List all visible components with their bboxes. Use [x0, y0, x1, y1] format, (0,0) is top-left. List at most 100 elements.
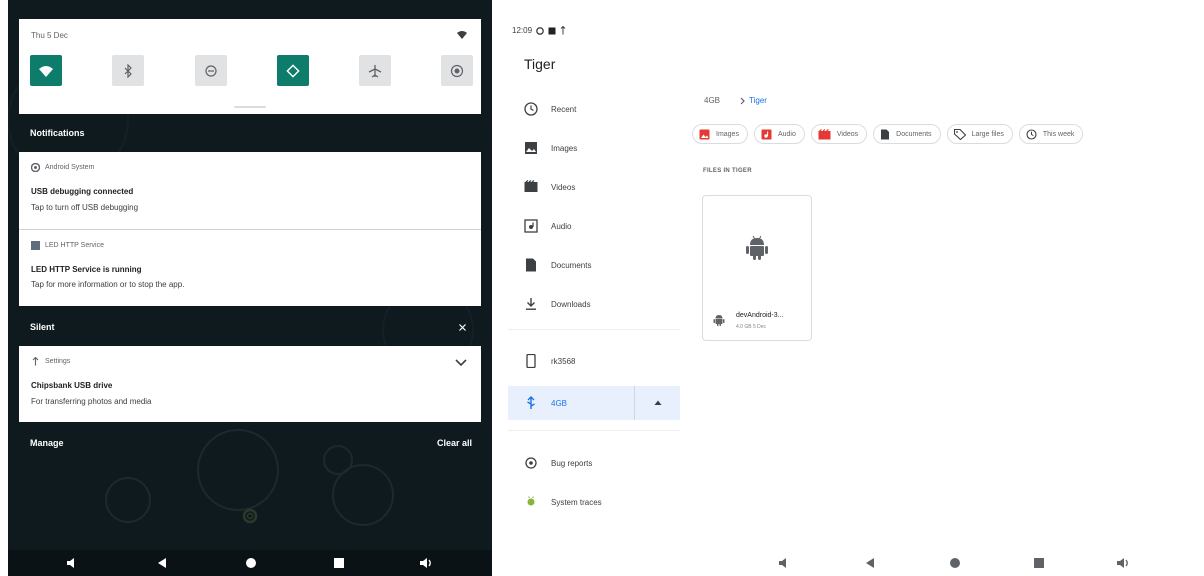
android-system-icon [31, 163, 40, 172]
chip-label: Documents [896, 130, 932, 138]
system-traces-icon [527, 496, 535, 506]
gear-icon [242, 508, 258, 524]
sidebar-item-images[interactable]: Images [508, 131, 680, 165]
recents-icon[interactable] [1033, 557, 1045, 569]
chevron-down-icon[interactable] [455, 359, 467, 367]
document-icon [881, 129, 890, 139]
navigation-bar [508, 550, 1204, 576]
sidebar-item-label: Downloads [551, 299, 591, 309]
chevron-right-icon [740, 97, 745, 104]
sidebar-item-rk3568[interactable]: rk3568 [508, 344, 680, 378]
chip-videos[interactable]: Videos [810, 124, 868, 144]
sidebar-item-label: 4GB [551, 398, 568, 408]
sidebar-item-label: Recent [551, 104, 577, 114]
recents-icon[interactable] [333, 557, 345, 569]
chip-audio[interactable]: Audio [753, 124, 805, 144]
close-icon[interactable] [459, 324, 466, 331]
chip-label: Videos [836, 130, 859, 138]
notification-status-icon [548, 27, 556, 34]
led-service-icon [31, 241, 40, 250]
document-icon [526, 258, 536, 272]
chip-large-files[interactable]: Large files [946, 124, 1013, 144]
eject-button[interactable] [634, 386, 680, 420]
status-bar: 12:09 [512, 26, 566, 35]
audio-icon [524, 219, 538, 233]
sidebar-item-recent[interactable]: Recent [508, 92, 680, 126]
chip-label: Large files [971, 130, 1004, 138]
sidebar-item-4gb[interactable]: 4GB [508, 386, 680, 420]
sidebar-item-audio[interactable]: Audio [508, 209, 680, 243]
files-section-label: FILES IN TIGER [703, 168, 752, 174]
bluetooth-icon[interactable] [112, 55, 144, 86]
files-app-window: 12:09 Tiger Recent Images Videos Audio D… [508, 0, 1204, 576]
sidebar-item-bug-reports[interactable]: Bug reports [508, 446, 680, 480]
notification-text: Tap for more information or to stop the … [31, 280, 185, 289]
volume-up-icon[interactable] [1116, 557, 1130, 569]
sidebar-item-label: System traces [551, 497, 602, 507]
chip-label: Images [716, 130, 739, 138]
notification-app-name: LED HTTP Service [45, 242, 104, 249]
navigation-bar [8, 550, 492, 576]
settings-icon [32, 357, 39, 366]
back-icon[interactable] [864, 557, 876, 569]
sidebar-item-label: Videos [551, 182, 576, 192]
home-icon[interactable] [949, 557, 961, 569]
volume-down-icon[interactable] [66, 557, 78, 569]
video-icon [524, 180, 538, 192]
sidebar-divider [508, 329, 680, 330]
silent-header: Silent [30, 322, 55, 332]
sidebar-item-videos[interactable]: Videos [508, 170, 680, 204]
notification-led-http-service[interactable]: LED HTTP Service LED HTTP Service is run… [19, 230, 481, 306]
breadcrumb-current[interactable]: Tiger [749, 96, 767, 105]
image-icon [525, 142, 537, 154]
notification-title: USB debugging connected [31, 187, 134, 196]
file-preview [703, 196, 811, 299]
sidebar-divider [508, 430, 680, 431]
notification-text: Tap to turn off USB debugging [31, 203, 139, 212]
sidebar-item-label: Documents [551, 260, 592, 270]
phone-icon [526, 354, 536, 368]
do-not-disturb-icon[interactable] [195, 55, 227, 86]
clock-icon [524, 102, 538, 116]
bug-report-icon [525, 457, 537, 469]
tag-icon [953, 128, 966, 140]
video-icon [818, 128, 831, 139]
breadcrumb: 4GB Tiger [704, 96, 767, 105]
notification-title: LED HTTP Service is running [31, 265, 142, 274]
wifi-icon[interactable] [30, 55, 62, 86]
eject-icon [654, 400, 661, 405]
notification-text: For transferring photos and media [31, 397, 152, 406]
sidebar-item-documents[interactable]: Documents [508, 248, 680, 282]
usb-status-icon [560, 26, 566, 35]
airplane-mode-icon[interactable] [359, 55, 391, 86]
sync-status-icon [536, 26, 544, 35]
chip-this-week[interactable]: This week [1018, 124, 1084, 144]
notification-usb-drive[interactable]: Settings Chipsbank USB drive For transfe… [19, 346, 481, 422]
history-icon [1026, 128, 1037, 140]
notification-app-name: Settings [45, 358, 71, 365]
back-icon[interactable] [156, 557, 168, 569]
chip-images[interactable]: Images [692, 124, 748, 144]
clear-all-button[interactable]: Clear all [437, 438, 472, 448]
image-icon [699, 129, 710, 139]
volume-up-icon[interactable] [419, 557, 433, 569]
android-icon [746, 235, 768, 260]
breadcrumb-root[interactable]: 4GB [704, 96, 720, 105]
sidebar-item-label: Audio [551, 221, 572, 231]
notification-title: Chipsbank USB drive [31, 381, 113, 390]
chip-documents[interactable]: Documents [873, 124, 941, 144]
usb-icon [527, 396, 535, 409]
screen-record-icon[interactable] [441, 55, 473, 86]
home-icon[interactable] [245, 557, 257, 569]
file-card[interactable]: devAndroid-3... 4.0 GB 5 Dec [702, 195, 812, 341]
sidebar-item-system-traces[interactable]: System traces [508, 485, 680, 519]
sidebar-item-downloads[interactable]: Downloads [508, 287, 680, 321]
date-text: Thu 5 Dec [31, 31, 68, 40]
chip-label: This week [1042, 130, 1075, 138]
manage-button[interactable]: Manage [30, 438, 64, 448]
volume-down-icon[interactable] [778, 557, 790, 569]
notification-usb-debugging[interactable]: Android System USB debugging connected T… [19, 152, 481, 229]
auto-rotate-icon[interactable] [277, 55, 309, 86]
notifications-header: Notifications [30, 128, 85, 138]
drag-handle[interactable] [234, 106, 266, 108]
